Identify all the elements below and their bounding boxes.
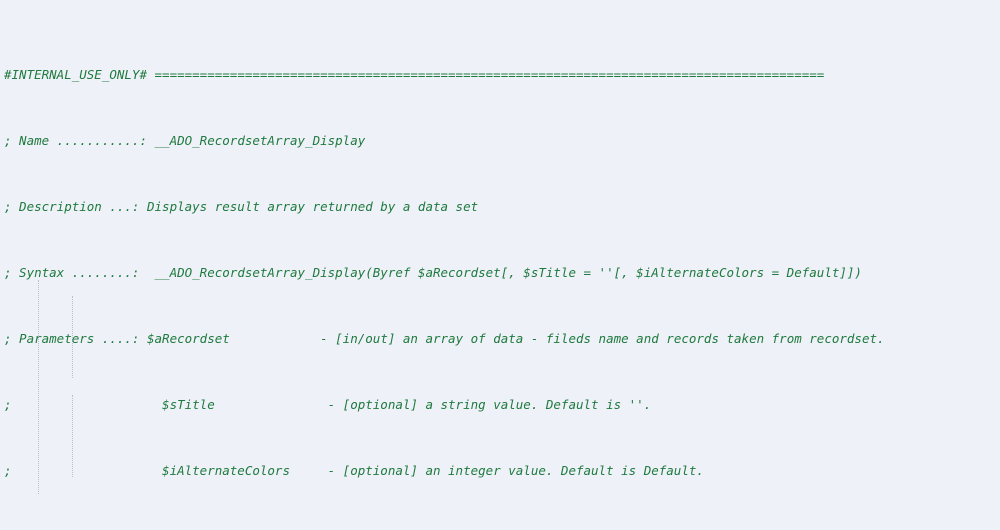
comment-separator: ========================================… (154, 67, 825, 82)
comment-param2-desc: - [optional] a string value. Default is … (327, 397, 652, 412)
code-line[interactable]: ; Syntax ........: __ADO_RecordsetArray_… (0, 265, 1000, 282)
code-line[interactable]: #INTERNAL_USE_ONLY# ====================… (0, 67, 1000, 84)
comment-name-label: ; Name ...........: (4, 133, 147, 148)
comment-param1-name: $aRecordset (147, 331, 230, 346)
comment-semicolon: ; (4, 397, 12, 412)
code-line[interactable]: ; $iAlternateColors - [optional] an inte… (0, 463, 1000, 480)
comment-description-label: ; Description ...: (4, 199, 140, 214)
comment-param3-name: $iAlternateColors (162, 463, 290, 478)
code-line[interactable]: ; $sTitle - [optional] a string value. D… (0, 397, 1000, 414)
comment-semicolon: ; (4, 463, 12, 478)
comment-description-value: Displays result array returned by a data… (147, 199, 479, 214)
comment-syntax-value: __ADO_RecordsetArray_Display(Byref $aRec… (154, 265, 862, 280)
comment-param1-desc: - [in/out] an array of data - fileds nam… (320, 331, 885, 346)
comment-internal-tag: #INTERNAL_USE_ONLY# (4, 67, 147, 82)
comment-name-value: __ADO_RecordsetArray_Display (154, 133, 366, 148)
comment-parameters-label: ; Parameters ....: (4, 331, 140, 346)
code-line[interactable]: ; Parameters ....: $aRecordset - [in/out… (0, 331, 1000, 348)
code-line[interactable]: ; Name ...........: __ADO_RecordsetArray… (0, 133, 1000, 150)
code-lines[interactable]: #INTERNAL_USE_ONLY# ====================… (0, 0, 1000, 530)
code-line[interactable]: ; Description ...: Displays result array… (0, 199, 1000, 216)
code-editor[interactable]: #INTERNAL_USE_ONLY# ====================… (0, 0, 1000, 530)
comment-syntax-label: ; Syntax ........: (4, 265, 140, 280)
comment-param3-desc: - [optional] an integer value. Default i… (327, 463, 704, 478)
comment-param2-name: $sTitle (162, 397, 215, 412)
